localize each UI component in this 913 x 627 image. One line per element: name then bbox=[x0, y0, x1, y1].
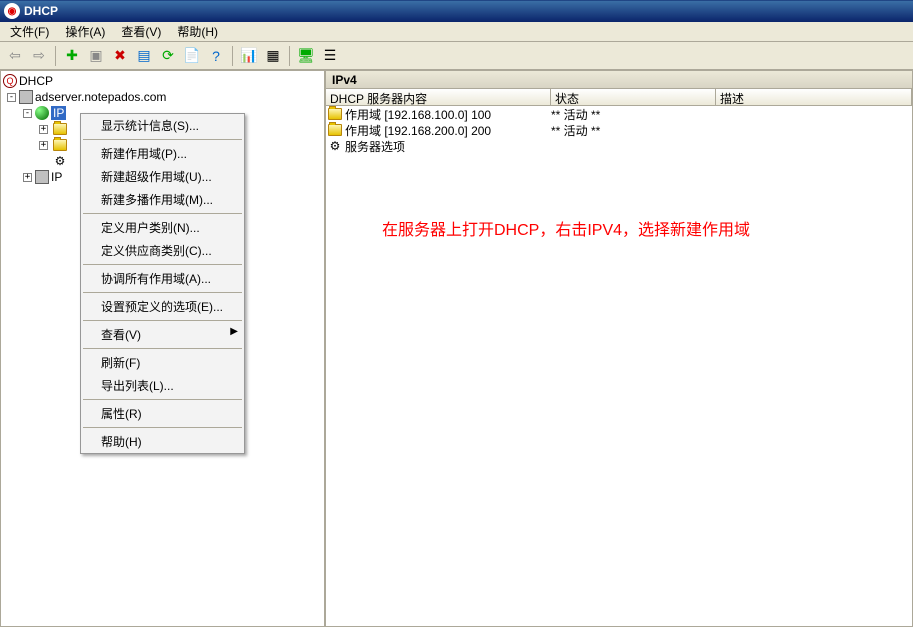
add-button[interactable]: ✚ bbox=[61, 45, 83, 67]
refresh-button[interactable]: ⟳ bbox=[157, 45, 179, 67]
menu-vendor-class[interactable]: 定义供应商类别(C)... bbox=[81, 239, 244, 262]
col-status[interactable]: 状态 bbox=[551, 89, 716, 105]
details-header: IPv4 bbox=[326, 71, 912, 89]
expand-icon[interactable]: + bbox=[39, 125, 48, 134]
expand-icon[interactable]: + bbox=[23, 173, 32, 182]
properties-button[interactable]: ▤ bbox=[133, 45, 155, 67]
help-button[interactable]: ? bbox=[205, 45, 227, 67]
list-body: 作用域 [192.168.100.0] 100 ** 活动 ** 作用域 [19… bbox=[326, 106, 912, 626]
up-button[interactable]: ▣ bbox=[85, 45, 107, 67]
delete-button[interactable]: ✖ bbox=[109, 45, 131, 67]
ipv4-icon bbox=[35, 106, 49, 120]
titlebar: ◉ DHCP bbox=[0, 0, 913, 22]
gear-icon: ⚙ bbox=[53, 154, 67, 168]
annotation-text: 在服务器上打开DHCP，右击IPV4，选择新建作用域 bbox=[382, 216, 750, 240]
menu-view[interactable]: 查看(V)▶ bbox=[81, 323, 244, 346]
menu-reconcile[interactable]: 协调所有作用域(A)... bbox=[81, 267, 244, 290]
folder-icon bbox=[328, 124, 342, 136]
tree-ipv4-label: IP bbox=[51, 106, 66, 120]
menu-export[interactable]: 导出列表(L)... bbox=[81, 374, 244, 397]
details-title: IPv4 bbox=[332, 73, 357, 87]
menu-view[interactable]: 查看(V) bbox=[113, 21, 169, 42]
list-button[interactable]: ☰ bbox=[319, 45, 341, 67]
folder-icon bbox=[53, 139, 67, 151]
app-icon: ◉ bbox=[4, 3, 20, 19]
collapse-icon[interactable]: - bbox=[7, 93, 16, 102]
tree-ipv6-label: IP bbox=[51, 170, 62, 184]
menu-predef-options[interactable]: 设置预定义的选项(E)... bbox=[81, 295, 244, 318]
menu-user-class[interactable]: 定义用户类别(N)... bbox=[81, 216, 244, 239]
menu-properties[interactable]: 属性(R) bbox=[81, 402, 244, 425]
server-options-label: 服务器选项 bbox=[345, 138, 405, 155]
scope-status: ** 活动 ** bbox=[551, 106, 716, 123]
list-item[interactable]: ⚙服务器选项 bbox=[326, 138, 912, 154]
col-content[interactable]: DHCP 服务器内容 bbox=[326, 89, 551, 105]
details-panel: IPv4 DHCP 服务器内容 状态 描述 作用域 [192.168.100.0… bbox=[325, 70, 913, 627]
menu-new-superscope[interactable]: 新建超级作用域(U)... bbox=[81, 165, 244, 188]
context-menu: 显示统计信息(S)... 新建作用域(P)... 新建超级作用域(U)... 新… bbox=[80, 113, 245, 454]
export-button[interactable]: 📄 bbox=[181, 45, 203, 67]
stats-button[interactable]: 📊 bbox=[238, 45, 260, 67]
collapse-icon[interactable]: - bbox=[23, 109, 32, 118]
submenu-arrow-icon: ▶ bbox=[230, 326, 238, 337]
tree-server-label: adserver.notepados.com bbox=[35, 90, 166, 104]
scope-status: ** 活动 ** bbox=[551, 122, 716, 139]
gear-icon: ⚙ bbox=[328, 139, 342, 153]
tree-server[interactable]: - adserver.notepados.com bbox=[3, 89, 322, 105]
expand-icon[interactable]: + bbox=[39, 141, 48, 150]
toolbar: ⇦ ⇨ ✚ ▣ ✖ ▤ ⟳ 📄 ? 📊 ▦ 🖥 ☰ bbox=[0, 42, 913, 70]
server-icon bbox=[19, 90, 33, 104]
back-button[interactable]: ⇦ bbox=[4, 45, 26, 67]
monitor-button[interactable]: 🖥 bbox=[295, 45, 317, 67]
list-header: DHCP 服务器内容 状态 描述 bbox=[326, 89, 912, 106]
menu-new-scope[interactable]: 新建作用域(P)... bbox=[81, 142, 244, 165]
menu-help[interactable]: 帮助(H) bbox=[81, 430, 244, 453]
list-item[interactable]: 作用域 [192.168.100.0] 100 ** 活动 ** bbox=[326, 106, 912, 122]
menu-help[interactable]: 帮助(H) bbox=[169, 21, 226, 42]
folder-icon bbox=[328, 108, 342, 120]
tree-root-label: DHCP bbox=[19, 74, 53, 88]
window-title: DHCP bbox=[24, 4, 58, 18]
list-item[interactable]: 作用域 [192.168.200.0] 200 ** 活动 ** bbox=[326, 122, 912, 138]
forward-button[interactable]: ⇨ bbox=[28, 45, 50, 67]
menu-refresh[interactable]: 刷新(F) bbox=[81, 351, 244, 374]
scope-name: 作用域 [192.168.100.0] 100 bbox=[345, 106, 491, 123]
dhcp-icon: Q bbox=[3, 74, 17, 88]
tree-root-dhcp[interactable]: Q DHCP bbox=[3, 73, 322, 89]
scope-name: 作用域 [192.168.200.0] 200 bbox=[345, 122, 491, 139]
menu-show-stats[interactable]: 显示统计信息(S)... bbox=[81, 114, 244, 137]
col-desc[interactable]: 描述 bbox=[716, 89, 912, 105]
menu-action[interactable]: 操作(A) bbox=[57, 21, 113, 42]
ipv6-icon bbox=[35, 170, 49, 184]
menu-new-multicast[interactable]: 新建多播作用域(M)... bbox=[81, 188, 244, 211]
scope-button[interactable]: ▦ bbox=[262, 45, 284, 67]
menu-file[interactable]: 文件(F) bbox=[2, 21, 57, 42]
folder-icon bbox=[53, 123, 67, 135]
menubar: 文件(F) 操作(A) 查看(V) 帮助(H) bbox=[0, 22, 913, 42]
